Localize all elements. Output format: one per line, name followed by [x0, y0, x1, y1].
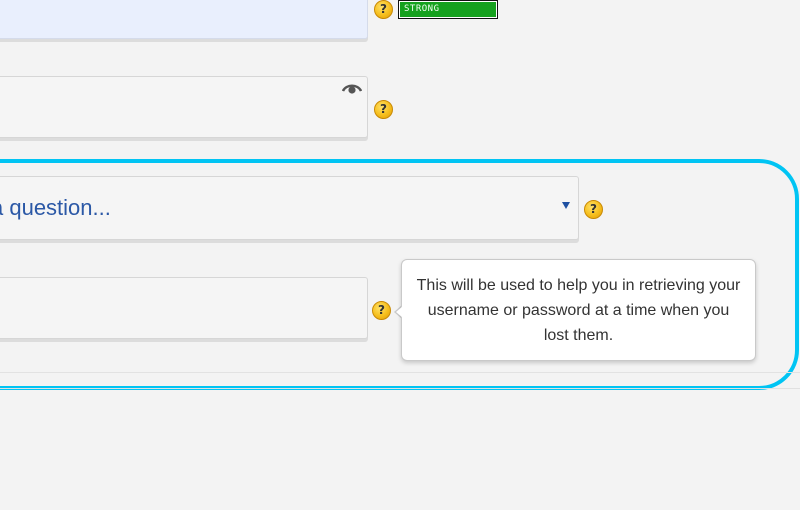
help-tooltip: This will be used to help you in retriev… [401, 259, 756, 361]
security-answer-help-icon[interactable]: ? [372, 301, 391, 320]
security-question-value: a question... [0, 195, 111, 220]
password-strength-label: STRONG [400, 2, 496, 17]
tooltip-pointer-fill [396, 306, 403, 318]
password-strength-meter: STRONG [398, 0, 498, 19]
page-divider [0, 388, 800, 389]
registration-form: ? STRONG ? a question... ? ? This will b… [0, 0, 800, 510]
confirm-password-help-icon[interactable]: ? [374, 100, 393, 119]
confirm-password-field[interactable] [0, 76, 368, 138]
password-help-icon[interactable]: ? [374, 0, 393, 19]
eye-icon[interactable] [342, 81, 362, 95]
security-question-select[interactable]: a question... [0, 176, 579, 240]
password-field[interactable] [0, 0, 368, 39]
security-question-help-icon[interactable]: ? [584, 200, 603, 219]
chevron-down-icon [562, 202, 570, 209]
security-answer-field[interactable] [0, 277, 368, 339]
tooltip-text: This will be used to help you in retriev… [416, 277, 741, 344]
section-divider [0, 372, 800, 373]
